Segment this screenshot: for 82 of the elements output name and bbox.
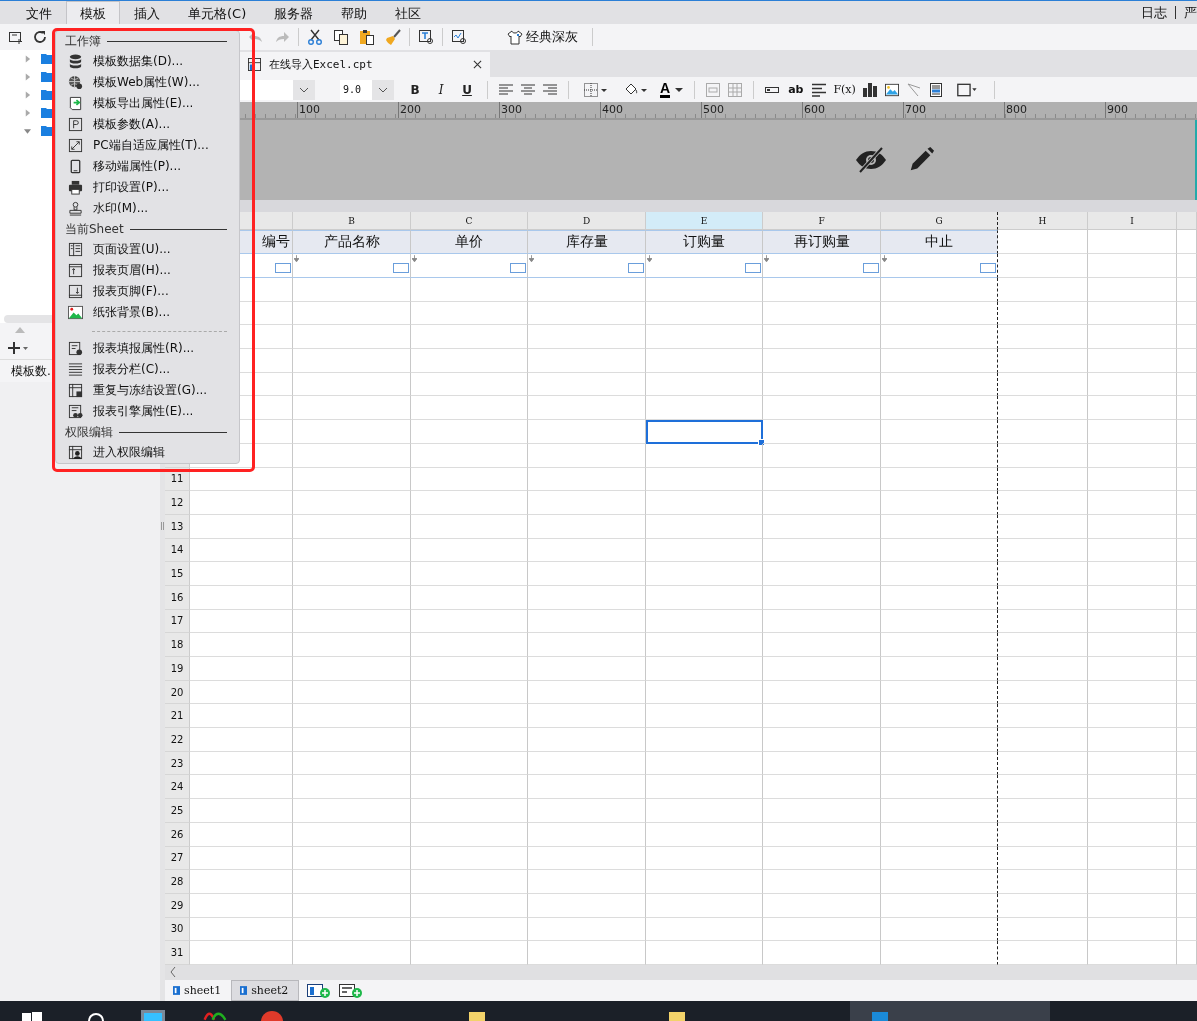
ruler-label: 300 xyxy=(500,103,522,116)
column-header[interactable]: G xyxy=(881,212,998,230)
row-header[interactable]: 25 xyxy=(165,799,190,823)
menu-item[interactable]: 报表分栏(C)... xyxy=(56,359,239,380)
row-header[interactable]: 31 xyxy=(165,941,190,965)
table-cell: 再订购量 xyxy=(763,230,881,254)
row-header[interactable]: 21 xyxy=(165,704,190,729)
row-header[interactable]: 18 xyxy=(165,633,190,657)
column-header[interactable]: I xyxy=(1088,212,1177,230)
ruler-label: 400 xyxy=(601,103,623,116)
column-header[interactable]: B xyxy=(293,212,411,230)
menu-item[interactable]: 纸张背景(B)... xyxy=(56,302,239,323)
menu-item[interactable]: PC端自适应属性(T)... xyxy=(56,135,239,156)
theme-button[interactable]: 经典深灰 xyxy=(501,28,584,46)
row-header[interactable]: 15 xyxy=(165,562,190,586)
row-header[interactable]: 16 xyxy=(165,585,190,610)
font-size-field[interactable]: 9.0 xyxy=(340,79,394,100)
menu-item[interactable]: 报表填报属性(R)... xyxy=(56,338,239,359)
menu-item[interactable]: 模板 xyxy=(66,1,120,24)
menu-item[interactable]: 报表引擎属性(E)... xyxy=(56,401,239,422)
column-header[interactable]: E xyxy=(646,212,763,230)
menu-item[interactable]: 模板参数(A)... xyxy=(56,114,239,135)
menu-item[interactable]: 文件 xyxy=(12,1,66,24)
menu-item[interactable]: 模板导出属性(E)... xyxy=(56,93,239,114)
row-header[interactable]: 12 xyxy=(165,491,190,515)
menu-item[interactable]: 进入权限编辑 xyxy=(56,442,239,463)
sheet-tab[interactable]: sheet2 xyxy=(231,980,300,1001)
ruler-label: 500 xyxy=(702,103,724,116)
ruler-label: 200 xyxy=(399,103,421,116)
table-cell: 库存量 xyxy=(528,230,646,254)
menu-item[interactable]: 插入 xyxy=(120,1,174,24)
row-header[interactable]: 13 xyxy=(165,514,190,539)
row-header[interactable]: 29 xyxy=(165,893,190,918)
row-header[interactable]: 17 xyxy=(165,609,190,634)
ruler-label: 800 xyxy=(1005,103,1027,116)
file-tab[interactable]: 在线导入Excel.cpt xyxy=(240,52,490,77)
row-header[interactable]: 24 xyxy=(165,775,190,800)
column-header[interactable]: H xyxy=(998,212,1088,230)
menu-link[interactable]: 日志 xyxy=(1141,3,1167,22)
font-style-button[interactable]: B xyxy=(402,79,428,100)
ruler-label: 900 xyxy=(1106,103,1128,116)
menu-item[interactable]: 水印(M)... xyxy=(56,198,239,219)
row-header[interactable]: 23 xyxy=(165,751,190,776)
menu-link[interactable]: 严 xyxy=(1184,3,1197,22)
menu-item[interactable]: 打印设置(P)... xyxy=(56,177,239,198)
text-tool-button[interactable]: ab xyxy=(788,83,804,96)
menu-item[interactable]: 报表页脚(F)... xyxy=(56,281,239,302)
row-header[interactable]: 27 xyxy=(165,846,190,871)
row-header[interactable]: 14 xyxy=(165,538,190,563)
formula-button[interactable]: F(x) xyxy=(833,83,856,96)
ruler-label: 700 xyxy=(904,103,926,116)
font-style-button[interactable]: I xyxy=(428,79,454,100)
row-header[interactable]: 26 xyxy=(165,822,190,847)
panel-tab[interactable]: 模板数. xyxy=(11,362,51,380)
font-color-button[interactable]: A xyxy=(656,81,688,98)
menu-item[interactable]: 重复与冻结设置(G)... xyxy=(56,380,239,401)
menu-item[interactable]: 服务器 xyxy=(260,1,328,24)
menu-item[interactable]: 报表页眉(H)... xyxy=(56,260,239,281)
menu-section-title: 当前Sheet xyxy=(65,220,124,238)
menu-section-title: 权限编辑 xyxy=(65,423,113,441)
table-cell: 单价 xyxy=(411,230,528,254)
row-header[interactable]: 19 xyxy=(165,657,190,681)
table-cell: 中止 xyxy=(881,230,998,254)
menu-item[interactable]: 模板Web属性(W)... xyxy=(56,72,239,93)
row-header[interactable]: 28 xyxy=(165,870,190,894)
menu-item[interactable]: 模板数据集(D)... xyxy=(56,51,239,72)
ruler-label: 100 xyxy=(298,103,320,116)
row-header[interactable]: 20 xyxy=(165,680,190,705)
menu-item[interactable]: 社区 xyxy=(381,1,436,24)
row-header[interactable]: 30 xyxy=(165,917,190,942)
menu-item[interactable]: 移动端属性(P)... xyxy=(56,156,239,177)
font-style-button[interactable]: U xyxy=(454,79,480,100)
column-header[interactable]: C xyxy=(411,212,528,230)
menu-item[interactable]: 单元格(C) xyxy=(174,1,261,24)
table-cell: 产品名称 xyxy=(293,230,411,254)
column-header[interactable]: D xyxy=(528,212,646,230)
ruler-label: 600 xyxy=(803,103,825,116)
table-cell: 订购量 xyxy=(646,230,763,254)
menu-section-title: 工作簿 xyxy=(65,32,101,50)
column-header[interactable]: F xyxy=(763,212,881,230)
row-header[interactable]: 22 xyxy=(165,728,190,752)
menu-item[interactable]: 帮助 xyxy=(327,1,382,24)
